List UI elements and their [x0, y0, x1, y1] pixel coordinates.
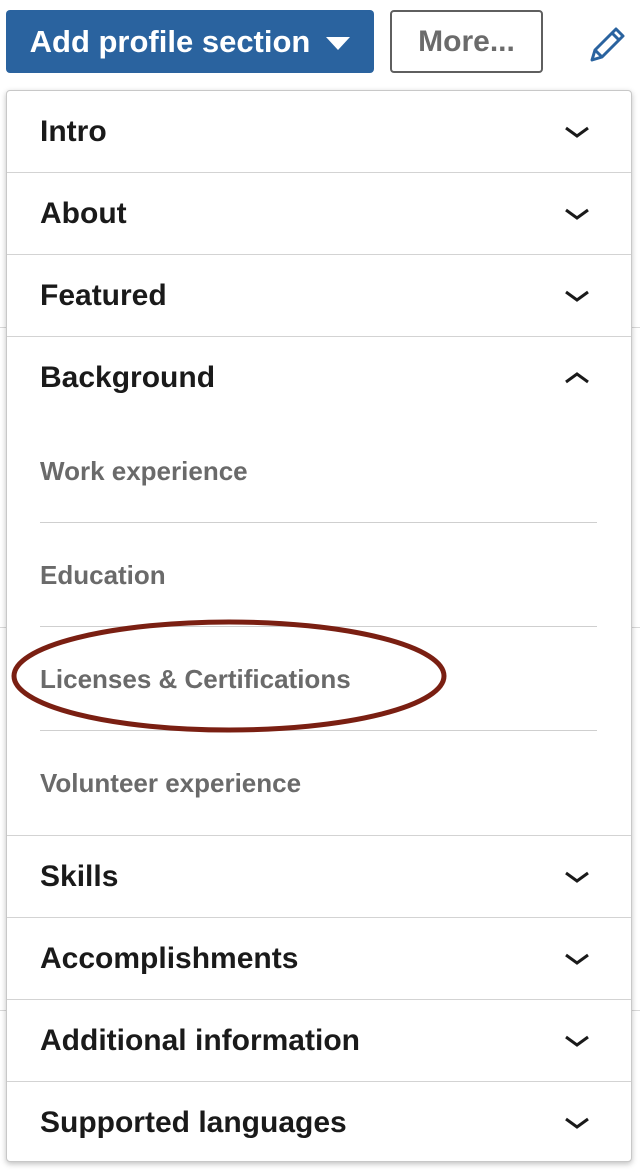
section-label: Accomplishments — [40, 941, 299, 975]
menu-item-label: Licenses & Certifications — [40, 663, 351, 694]
section-intro[interactable]: Intro — [7, 91, 631, 173]
add-profile-section-label: Add profile section — [29, 23, 311, 59]
section-label: Intro — [40, 114, 107, 148]
section-label: Additional information — [40, 1023, 360, 1057]
menu-item-volunteer-experience[interactable]: Volunteer experience — [7, 731, 631, 835]
chevron-down-icon — [565, 290, 589, 302]
menu-item-education[interactable]: Education — [7, 523, 631, 627]
menu-item-licenses-certifications[interactable]: Licenses & Certifications — [7, 627, 631, 731]
menu-item-label: Work experience — [40, 455, 248, 486]
add-profile-section-button[interactable]: Add profile section — [6, 10, 374, 73]
background-submenu: Work experience Education Licenses & Cer… — [7, 419, 631, 836]
chevron-down-icon — [565, 1035, 589, 1047]
section-label: Skills — [40, 859, 119, 893]
profile-toolbar: Add profile section More... — [0, 0, 640, 86]
section-supported-languages[interactable]: Supported languages — [7, 1082, 631, 1164]
caret-down-icon — [326, 37, 351, 50]
menu-item-label: Volunteer experience — [40, 767, 302, 798]
section-label: Background — [40, 361, 216, 394]
chevron-down-icon — [565, 1117, 589, 1129]
chevron-down-icon — [565, 126, 589, 138]
chevron-down-icon — [565, 953, 589, 965]
section-label: About — [40, 196, 127, 230]
pencil-icon[interactable] — [586, 22, 630, 66]
add-profile-section-dropdown: Intro About Featured Background Work exp… — [6, 90, 632, 1162]
more-label: More... — [418, 24, 515, 58]
more-button[interactable]: More... — [390, 10, 543, 73]
section-about[interactable]: About — [7, 173, 631, 255]
section-label: Featured — [40, 278, 167, 312]
menu-item-label: Education — [40, 559, 166, 590]
chevron-up-icon — [565, 372, 589, 384]
section-featured[interactable]: Featured — [7, 255, 631, 337]
section-label: Supported languages — [40, 1106, 347, 1139]
section-additional-information[interactable]: Additional information — [7, 1000, 631, 1082]
section-accomplishments[interactable]: Accomplishments — [7, 918, 631, 1000]
menu-item-work-experience[interactable]: Work experience — [7, 419, 631, 523]
section-skills[interactable]: Skills — [7, 836, 631, 918]
section-background[interactable]: Background — [7, 337, 631, 419]
chevron-down-icon — [565, 871, 589, 883]
chevron-down-icon — [565, 208, 589, 220]
